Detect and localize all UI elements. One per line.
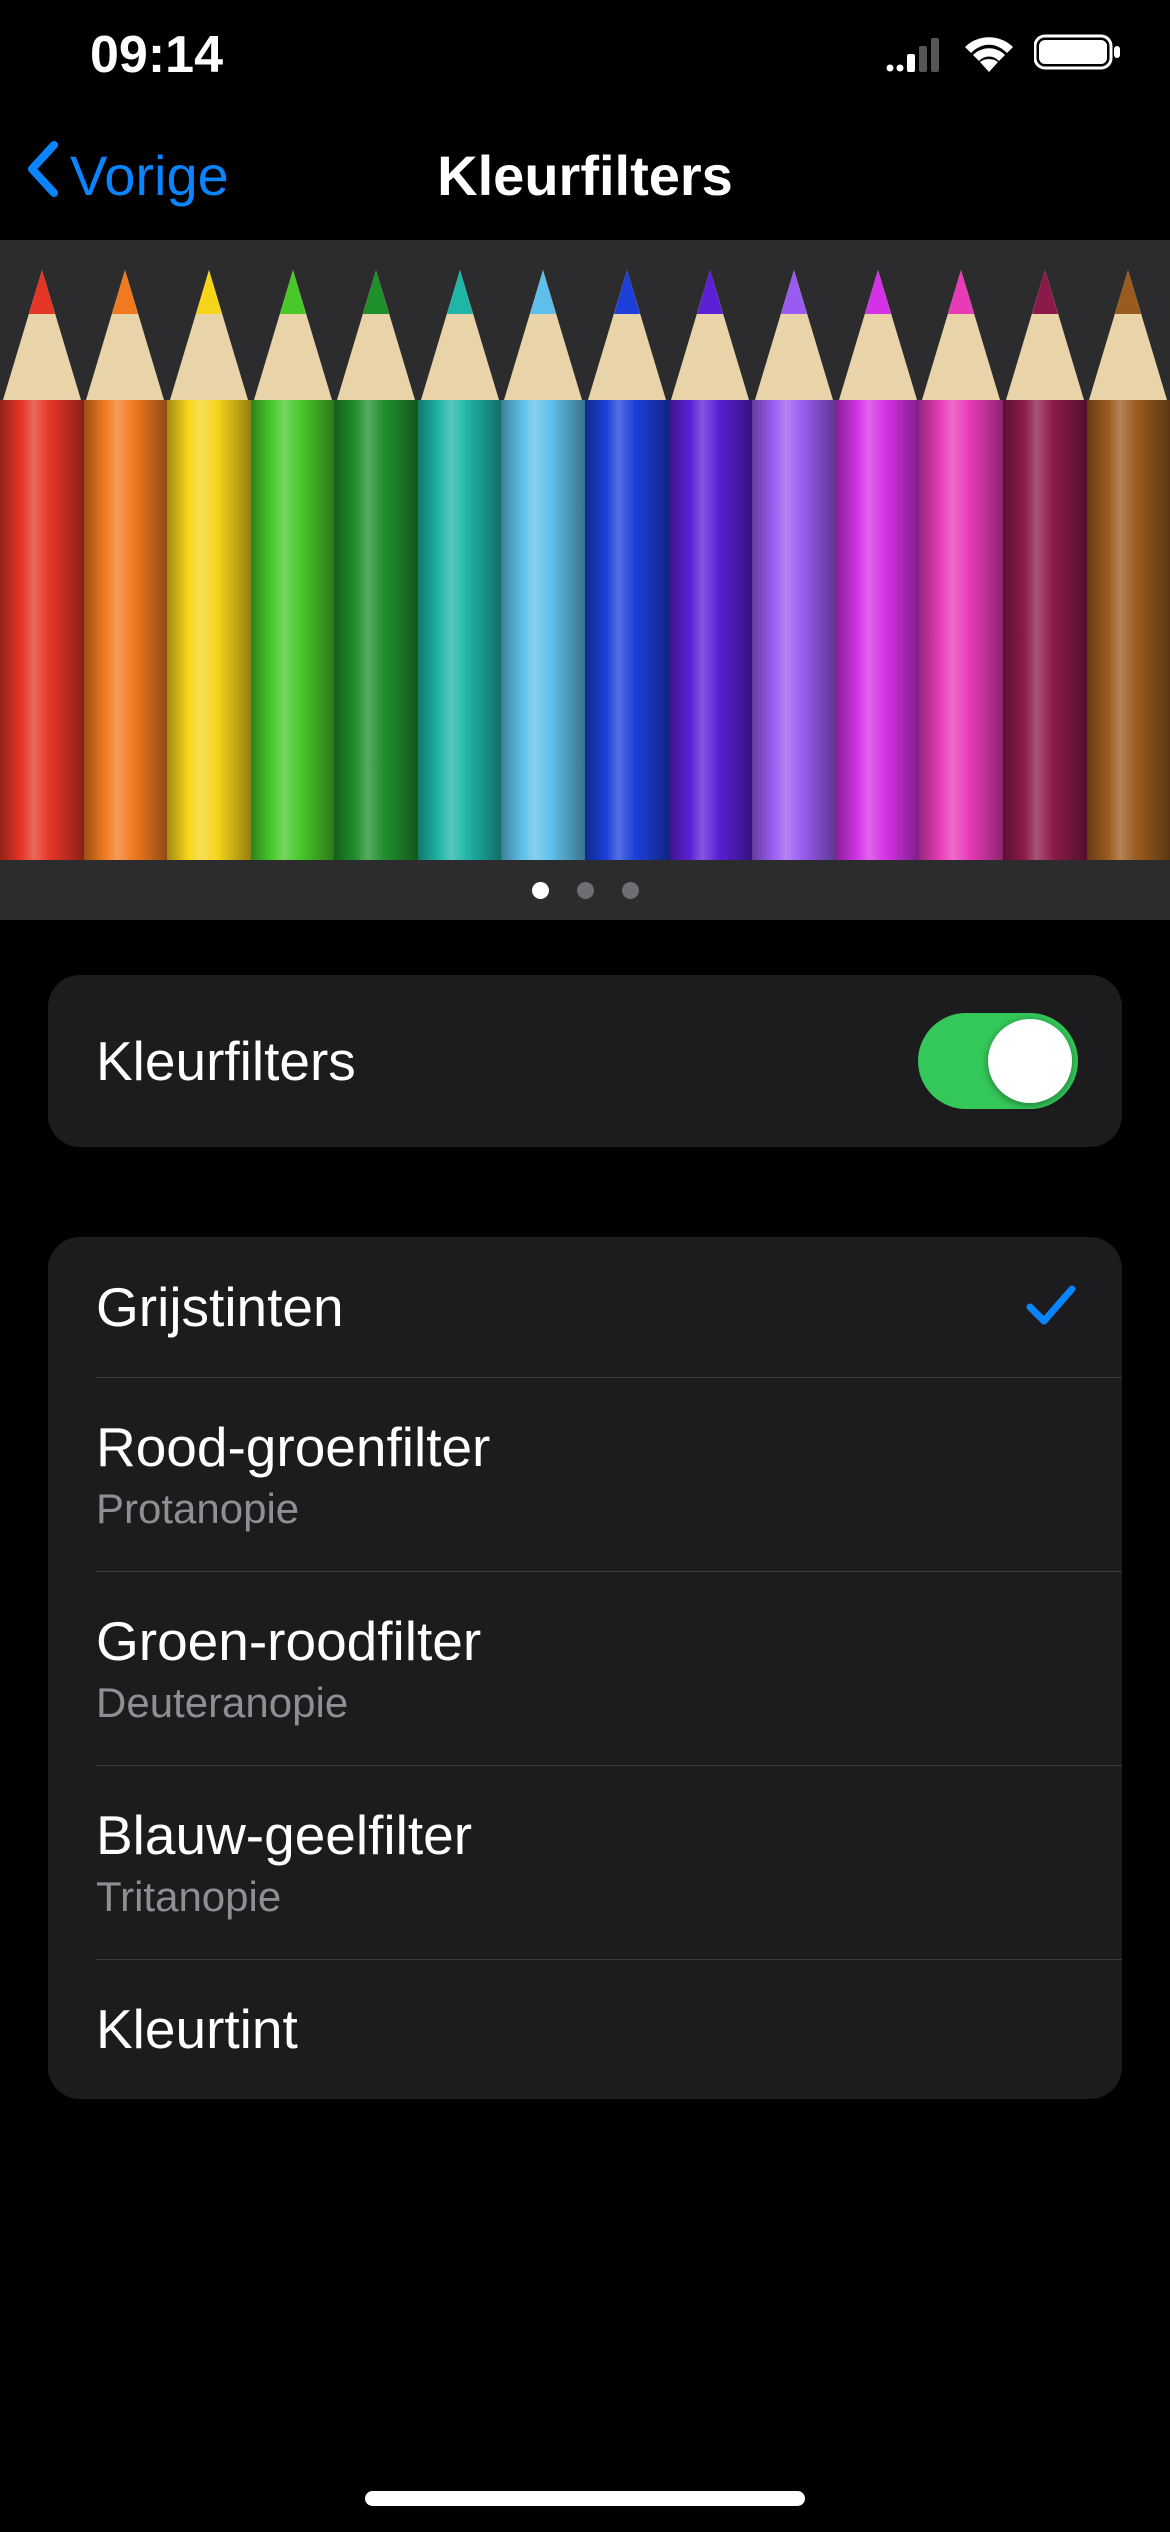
option-subtitle: Tritanopie — [96, 1873, 472, 1921]
option-labels: Groen-roodfilter Deuteranopie — [96, 1609, 481, 1727]
pencil — [836, 240, 920, 860]
option-labels: Blauw-geelfilter Tritanopie — [96, 1803, 472, 1921]
checkmark-icon — [1024, 1281, 1078, 1334]
page-dot[interactable] — [622, 882, 639, 899]
page-dot[interactable] — [532, 882, 549, 899]
filter-option-row[interactable]: Groen-roodfilter Deuteranopie — [48, 1571, 1122, 1765]
battery-icon — [1034, 25, 1122, 85]
option-labels: Kleurtint — [96, 1997, 298, 2061]
option-title: Kleurtint — [96, 1997, 298, 2061]
pencil — [585, 240, 669, 860]
pencil — [752, 240, 836, 860]
pencil — [84, 240, 168, 860]
option-title: Rood-groenfilter — [96, 1415, 490, 1479]
pencil — [251, 240, 335, 860]
status-indicators — [886, 25, 1122, 85]
option-subtitle: Protanopie — [96, 1485, 490, 1533]
toggle-label: Kleurfilters — [96, 1029, 356, 1093]
pencil — [669, 240, 753, 860]
color-filters-toggle[interactable] — [918, 1013, 1078, 1109]
cellular-icon — [886, 25, 944, 85]
option-labels: Rood-groenfilter Protanopie — [96, 1415, 490, 1533]
pencil — [167, 240, 251, 860]
pencil — [501, 240, 585, 860]
pencils-row — [0, 240, 1170, 860]
filter-option-row[interactable]: Kleurtint — [48, 1959, 1122, 2099]
wifi-icon — [962, 25, 1016, 85]
option-title: Groen-roodfilter — [96, 1609, 481, 1673]
filter-preview[interactable] — [0, 240, 1170, 920]
status-bar: 09:14 — [0, 0, 1170, 110]
back-label: Vorige — [70, 143, 229, 208]
color-filters-toggle-row[interactable]: Kleurfilters — [48, 975, 1122, 1147]
page-title: Kleurfilters — [437, 143, 733, 208]
option-title: Blauw-geelfilter — [96, 1803, 472, 1867]
toggle-group: Kleurfilters — [48, 975, 1122, 1147]
back-button[interactable]: Vorige — [24, 141, 229, 210]
pencil — [418, 240, 502, 860]
pencil — [0, 240, 84, 860]
filter-option-row[interactable]: Blauw-geelfilter Tritanopie — [48, 1765, 1122, 1959]
page-dots[interactable] — [0, 860, 1170, 920]
filter-option-row[interactable]: Rood-groenfilter Protanopie — [48, 1377, 1122, 1571]
page-dot[interactable] — [577, 882, 594, 899]
toggle-knob — [988, 1019, 1072, 1103]
chevron-left-icon — [24, 141, 60, 210]
status-time: 09:14 — [90, 25, 223, 85]
option-labels: Grijstinten — [96, 1275, 344, 1339]
pencil — [1003, 240, 1087, 860]
pencil — [334, 240, 418, 860]
filter-options-group: Grijstinten Rood-groenfilter Protanopie Gro… — [48, 1237, 1122, 2099]
pencil — [1087, 240, 1170, 860]
nav-bar: Vorige Kleurfilters — [0, 110, 1170, 240]
option-subtitle: Deuteranopie — [96, 1679, 481, 1727]
home-indicator[interactable] — [365, 2491, 805, 2506]
pencil — [919, 240, 1003, 860]
filter-option-row[interactable]: Grijstinten — [48, 1237, 1122, 1377]
option-title: Grijstinten — [96, 1275, 344, 1339]
